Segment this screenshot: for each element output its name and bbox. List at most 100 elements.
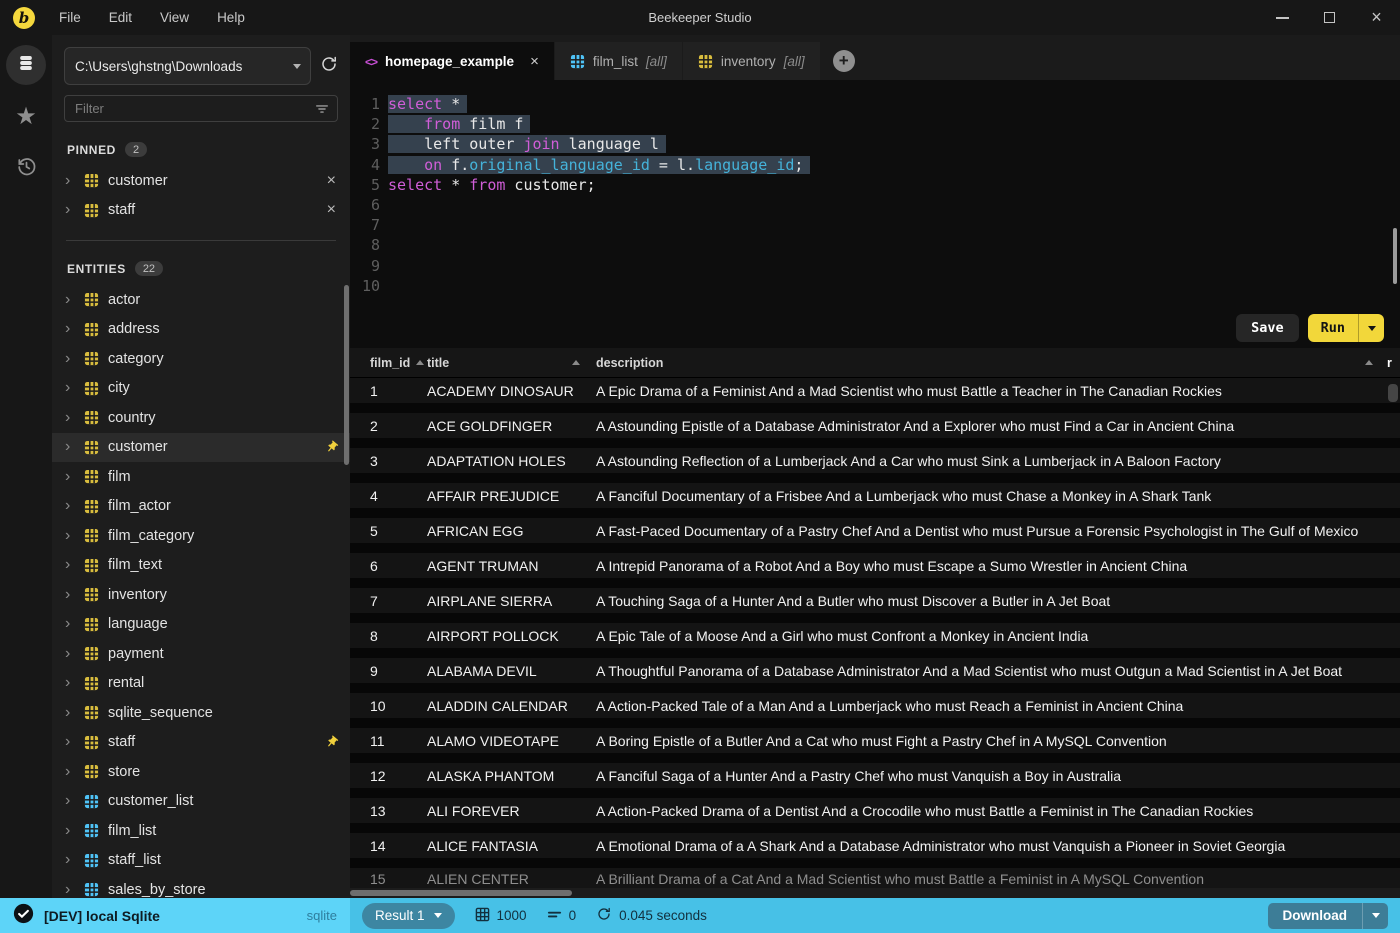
cell-title[interactable]: AIRPLANE SIERRA — [427, 593, 596, 609]
chevron-right-icon[interactable]: › — [65, 321, 82, 337]
cell-film-id[interactable]: 1 — [350, 383, 427, 399]
cell-description[interactable]: A Astounding Reflection of a Lumberjack … — [596, 453, 1400, 469]
sidebar-item-film_list[interactable]: › film_list — [52, 816, 350, 846]
cell-film-id[interactable]: 7 — [350, 593, 427, 609]
cell-title[interactable]: ACADEMY DINOSAUR — [427, 383, 596, 399]
cell-film-id[interactable]: 10 — [350, 698, 427, 714]
cell-description[interactable]: A Touching Saga of a Hunter And a Butler… — [596, 593, 1400, 609]
sidebar-item-payment[interactable]: › payment — [52, 639, 350, 669]
sidebar-item-film[interactable]: › film — [52, 462, 350, 492]
cell-film-id[interactable]: 8 — [350, 628, 427, 644]
cell-film-id[interactable]: 2 — [350, 418, 427, 434]
horizontal-scrollbar[interactable] — [350, 888, 1400, 898]
column-header-description[interactable]: description — [596, 356, 1387, 370]
table-row[interactable]: 13 ALI FOREVER A Action-Packed Drama of a … — [350, 798, 1400, 833]
vertical-scrollbar-thumb[interactable] — [1388, 384, 1398, 402]
sidebar-item-actor[interactable]: › actor — [52, 285, 350, 315]
pin-icon[interactable] — [324, 440, 339, 455]
editor-line[interactable]: on f.original_language_id = l.language_i… — [388, 155, 811, 175]
cell-description[interactable]: A Brilliant Drama of a Cat And a Mad Sci… — [596, 871, 1400, 887]
cell-description[interactable]: A Thoughtful Panorama of a Database Admi… — [596, 663, 1400, 679]
filter-input[interactable] — [64, 95, 338, 122]
cell-film-id[interactable]: 14 — [350, 838, 427, 854]
editor-line[interactable]: left outer join language l — [388, 134, 810, 154]
chevron-right-icon[interactable]: › — [65, 586, 82, 603]
table-row[interactable]: 8 AIRPORT POLLOCK A Epic Tale of a Moose A… — [350, 623, 1400, 658]
favorites-rail-button[interactable]: ★ — [15, 105, 37, 129]
cell-film-id[interactable]: 9 — [350, 663, 427, 679]
sidebar-item-staff[interactable]: › staff × — [52, 196, 350, 226]
tab-close-icon[interactable]: × — [530, 53, 539, 70]
history-rail-button[interactable] — [15, 155, 38, 183]
chevron-right-icon[interactable]: › — [65, 380, 82, 396]
sidebar-scrollbar[interactable] — [344, 285, 349, 465]
table-row[interactable]: 15 ALIEN CENTER A Brilliant Drama of a Cat… — [350, 868, 1400, 888]
maximize-button[interactable] — [1306, 0, 1353, 35]
sidebar-item-customer[interactable]: › customer — [52, 432, 350, 462]
cell-title[interactable]: AFFAIR PREJUDICE — [427, 488, 596, 504]
pin-icon[interactable] — [324, 735, 339, 750]
database-rail-button[interactable] — [6, 45, 46, 85]
chevron-right-icon[interactable]: › — [65, 172, 82, 189]
chevron-right-icon[interactable]: › — [65, 852, 82, 868]
table-row[interactable]: 2 ACE GOLDFINGER A Astounding Epistle of a… — [350, 413, 1400, 448]
chevron-right-icon[interactable]: › — [65, 557, 82, 573]
cell-title[interactable]: ACE GOLDFINGER — [427, 418, 596, 434]
cell-title[interactable]: ALABAMA DEVIL — [427, 663, 596, 679]
editor-line[interactable] — [388, 215, 810, 235]
sidebar-item-store[interactable]: › store — [52, 757, 350, 787]
cell-title[interactable]: ADAPTATION HOLES — [427, 453, 596, 469]
sidebar-item-language[interactable]: › language — [52, 610, 350, 640]
cell-description[interactable]: A Epic Tale of a Moose And a Girl who mu… — [596, 628, 1400, 644]
column-header-film-id[interactable]: film_id — [350, 356, 427, 370]
cell-title[interactable]: ALICE FANTASIA — [427, 838, 596, 854]
cell-title[interactable]: AFRICAN EGG — [427, 523, 596, 539]
run-dropdown-button[interactable] — [1359, 325, 1384, 331]
chevron-right-icon[interactable]: › — [65, 498, 82, 514]
table-row[interactable]: 12 ALASKA PHANTOM A Fanciful Saga of a Hun… — [350, 763, 1400, 798]
cell-title[interactable]: ALAMO VIDEOTAPE — [427, 733, 596, 749]
chevron-right-icon[interactable]: › — [65, 822, 82, 839]
editor-line[interactable] — [388, 235, 810, 255]
cell-description[interactable]: A Action-Packed Drama of a Dentist And a… — [596, 803, 1400, 819]
sidebar-item-staff[interactable]: › staff — [52, 728, 350, 758]
sidebar-item-country[interactable]: › country — [52, 403, 350, 433]
sidebar-item-sqlite_sequence[interactable]: › sqlite_sequence — [52, 698, 350, 728]
sidebar-item-film_actor[interactable]: › film_actor — [52, 492, 350, 522]
unpin-close-icon[interactable]: × — [327, 172, 336, 189]
sidebar-item-category[interactable]: › category — [52, 344, 350, 374]
close-button[interactable]: × — [1353, 0, 1400, 35]
sidebar-item-film_text[interactable]: › film_text — [52, 551, 350, 581]
cell-description[interactable]: A Emotional Drama of a A Shark And a Dat… — [596, 838, 1400, 854]
cell-title[interactable]: ALASKA PHANTOM — [427, 768, 596, 784]
table-row[interactable]: 7 AIRPLANE SIERRA A Touching Saga of a Hun… — [350, 588, 1400, 623]
result-selector[interactable]: Result 1 — [362, 902, 455, 929]
download-button[interactable]: Download — [1267, 902, 1388, 929]
tab-film_list[interactable]: film_list [all] — [554, 42, 682, 80]
editor-scrollbar[interactable] — [1393, 228, 1397, 284]
chevron-right-icon[interactable]: › — [65, 527, 82, 544]
cell-film-id[interactable]: 15 — [350, 871, 427, 887]
sidebar-item-sales_by_store[interactable]: › sales_by_store — [52, 875, 350, 898]
statusbar-connection-segment[interactable]: [DEV] local Sqlite sqlite — [0, 898, 350, 933]
run-button[interactable]: Run — [1307, 314, 1384, 342]
table-row[interactable]: 5 AFRICAN EGG A Fast-Paced Documentary of … — [350, 518, 1400, 553]
cell-film-id[interactable]: 5 — [350, 523, 427, 539]
cell-description[interactable]: A Astounding Epistle of a Database Admin… — [596, 418, 1400, 434]
code-area[interactable]: select * from film f left outer join lan… — [388, 94, 811, 296]
horizontal-scrollbar-thumb[interactable] — [350, 890, 572, 896]
cell-film-id[interactable]: 6 — [350, 558, 427, 574]
chevron-right-icon[interactable]: › — [65, 439, 82, 455]
minimize-button[interactable] — [1259, 0, 1306, 35]
sidebar-item-inventory[interactable]: › inventory — [52, 580, 350, 610]
chevron-right-icon[interactable]: › — [65, 468, 82, 485]
editor-line[interactable]: select * — [388, 94, 810, 114]
cell-film-id[interactable]: 11 — [350, 733, 427, 749]
table-row[interactable]: 14 ALICE FANTASIA A Emotional Drama of a A… — [350, 833, 1400, 868]
refresh-button[interactable] — [318, 55, 340, 78]
sidebar-item-address[interactable]: › address — [52, 315, 350, 345]
cell-film-id[interactable]: 12 — [350, 768, 427, 784]
table-row[interactable]: 1 ACADEMY DINOSAUR A Epic Drama of a Femin… — [350, 378, 1400, 413]
chevron-right-icon[interactable]: › — [65, 409, 82, 426]
chevron-right-icon[interactable]: › — [65, 291, 82, 308]
